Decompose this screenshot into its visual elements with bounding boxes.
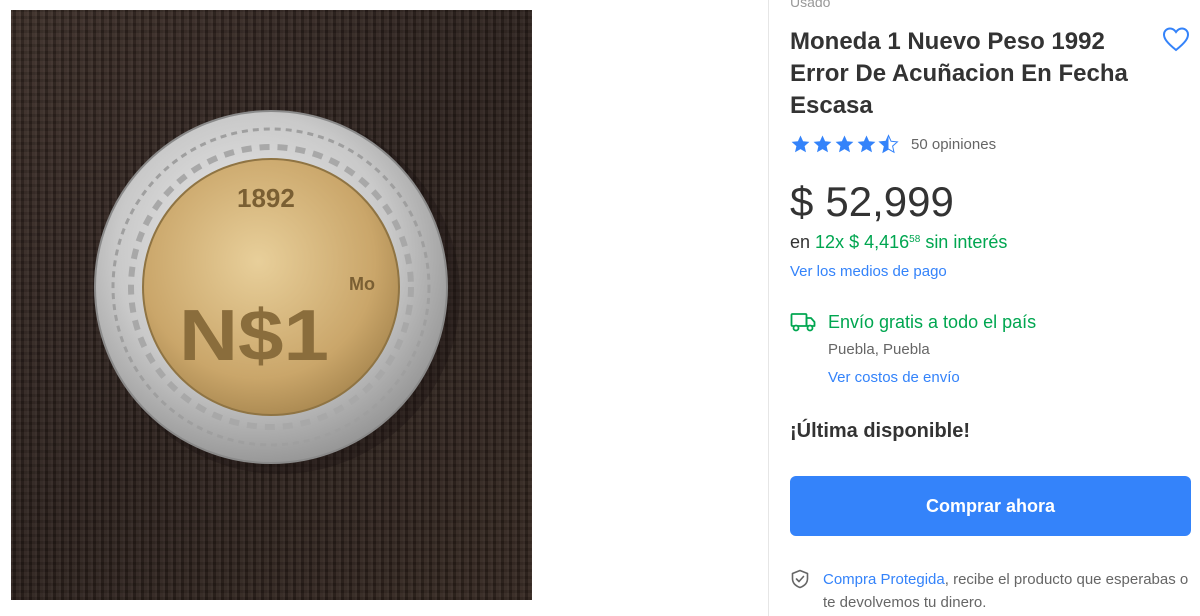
coin-year-text: 1892	[237, 183, 295, 213]
price-amount: 52,999	[825, 178, 954, 225]
installments-info: en 12x $ 4,41658 sin interés	[790, 228, 1007, 254]
coin-mint-text: Mo	[349, 274, 375, 294]
coin-value-text: N$1	[179, 296, 329, 376]
installments-count: 12x	[815, 232, 845, 252]
installments-currency: $	[849, 232, 860, 252]
installments-amount: 4,416	[864, 232, 910, 252]
buy-now-button[interactable]: Comprar ahora	[790, 476, 1191, 536]
star-icon	[878, 134, 899, 154]
buyer-protection-text: Compra Protegida, recibe el producto que…	[823, 568, 1193, 614]
price: $ 52,999	[790, 176, 954, 228]
shipping-costs-link[interactable]: Ver costos de envío	[828, 369, 960, 386]
installments-suffix: sin interés	[925, 232, 1008, 252]
condition-label: Usado	[790, 0, 831, 10]
installments-prefix: en	[790, 232, 811, 252]
rating-stars	[790, 134, 899, 155]
star-icon	[835, 135, 854, 153]
product-title: Moneda 1 Nuevo Peso 1992 Error De Acuñac…	[790, 28, 1128, 119]
payment-methods-link[interactable]: Ver los medios de pago	[790, 263, 947, 280]
coin-image: 1892 N$1 Mo	[94, 110, 460, 474]
shield-check-icon	[791, 569, 809, 589]
product-photo[interactable]: 1892 N$1 Mo	[11, 10, 532, 600]
star-icon	[791, 135, 810, 153]
protected-purchase-link[interactable]: Compra Protegida	[823, 571, 945, 588]
star-icon	[857, 135, 876, 153]
column-divider	[768, 0, 769, 616]
product-info-panel: Usado Moneda 1 Nuevo Peso 1992 Error De …	[790, 0, 1193, 616]
rating-summary[interactable]: 50 opiniones	[790, 134, 996, 155]
free-shipping-label: Envío gratis a todo el país	[828, 312, 1037, 332]
star-icon	[813, 135, 832, 153]
reviews-count[interactable]: 50 opiniones	[911, 136, 996, 153]
seller-location: Puebla, Puebla	[828, 341, 930, 358]
heart-icon[interactable]	[1162, 26, 1190, 54]
product-gallery: 1892 N$1 Mo	[0, 0, 768, 616]
installments-cents: 58	[909, 234, 921, 245]
stock-label: ¡Última disponible!	[790, 420, 970, 442]
truck-icon	[790, 313, 816, 332]
price-currency: $	[790, 178, 814, 225]
